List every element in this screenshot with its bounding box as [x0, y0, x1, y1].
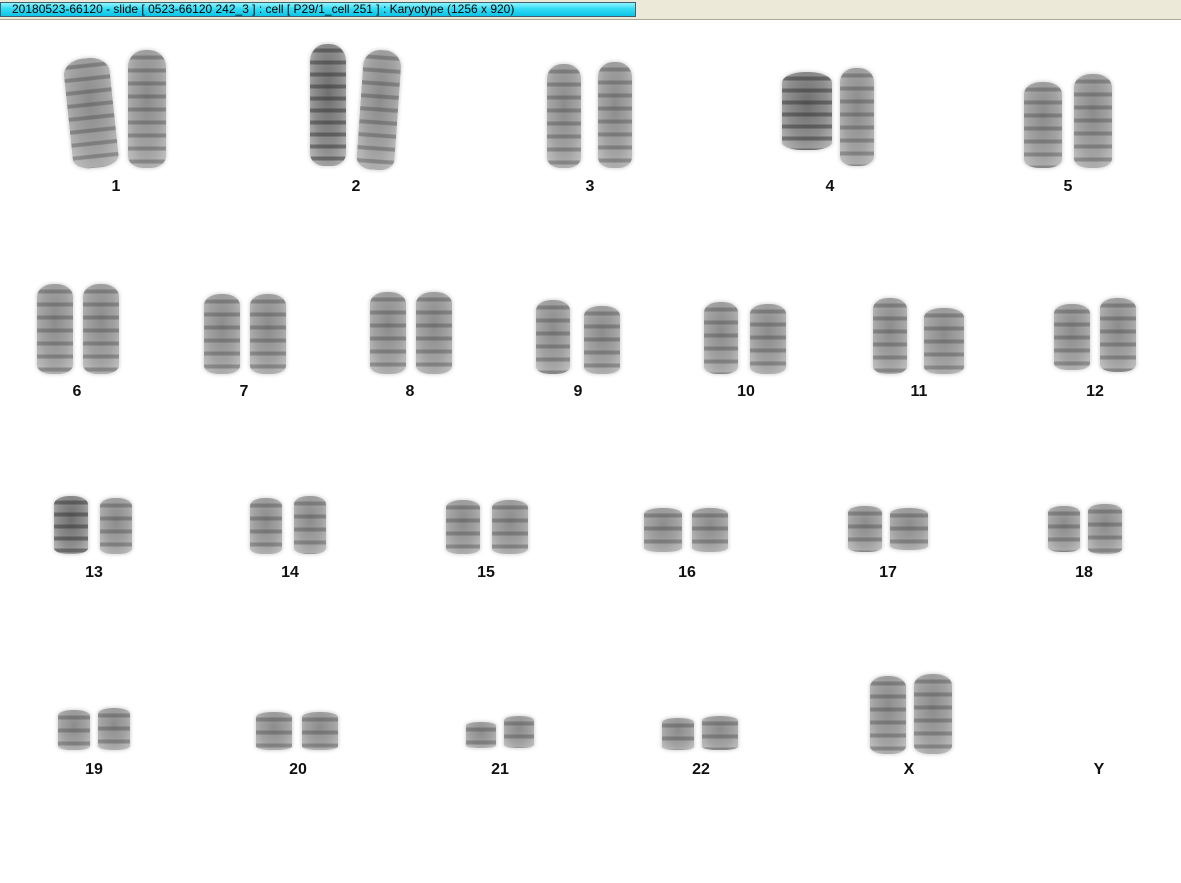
chromosome-label-10: 10	[737, 383, 755, 400]
chromosome-11-b	[924, 308, 964, 374]
chromosome-2-a	[310, 44, 346, 166]
chromosome-15-a	[446, 500, 480, 554]
chromosome-2-b	[355, 48, 403, 172]
chromosome-label-1: 1	[111, 178, 121, 195]
chromosome-label-17: 17	[879, 564, 897, 581]
chromosome-10-b	[750, 304, 786, 374]
chromosome-label-22: 22	[692, 761, 710, 778]
chromosome-label-5: 5	[1063, 178, 1073, 195]
chromosome-1-b	[128, 50, 166, 168]
title-bar: 20180523-66120 - slide [ 0523-66120 242_…	[0, 0, 1181, 20]
chromosome-21-b	[504, 716, 534, 748]
chromosome-9-b	[584, 306, 620, 374]
chromosome-4-a	[782, 72, 832, 150]
chromosome-7-a	[204, 294, 240, 374]
chromosome-label-15: 15	[477, 564, 495, 581]
chromosome-label-6: 6	[72, 383, 82, 400]
chromosome-17-a	[848, 506, 882, 552]
chromosome-label-2: 2	[351, 178, 361, 195]
karyotype-canvas: 1 2 3 4 5 6 7 8 9 10 11 12 13 14 15 16 1…	[0, 20, 1181, 883]
chromosome-label-Y: Y	[1093, 761, 1105, 778]
chromosome-12-b	[1100, 298, 1136, 372]
chromosome-20-a	[256, 712, 292, 750]
chromosome-X-a	[870, 676, 906, 754]
chromosome-label-4: 4	[825, 178, 835, 195]
chromosome-6-a	[37, 284, 73, 374]
chromosome-label-20: 20	[289, 761, 307, 778]
chromosome-5-a	[1024, 82, 1062, 168]
chromosome-22-b	[702, 716, 738, 750]
chromosome-label-21: 21	[491, 761, 509, 778]
chromosome-label-8: 8	[405, 383, 415, 400]
chromosome-14-b	[294, 496, 326, 554]
chromosome-17-b	[890, 508, 928, 550]
chromosome-10-a	[704, 302, 738, 374]
chromosome-20-b	[302, 712, 338, 750]
chromosome-11-a	[873, 298, 907, 374]
chromosome-3-a	[547, 64, 581, 168]
chromosome-15-b	[492, 500, 528, 554]
window-title[interactable]: 20180523-66120 - slide [ 0523-66120 242_…	[0, 2, 636, 17]
chromosome-1-a	[62, 55, 120, 171]
chromosome-label-3: 3	[585, 178, 595, 195]
chromosome-label-13: 13	[85, 564, 103, 581]
chromosome-label-19: 19	[85, 761, 103, 778]
chromosome-9-a	[536, 300, 570, 374]
chromosome-label-7: 7	[239, 383, 249, 400]
chromosome-label-9: 9	[573, 383, 583, 400]
chromosome-22-a	[662, 718, 694, 750]
chromosome-8-b	[416, 292, 452, 374]
chromosome-4-b	[840, 68, 874, 166]
chromosome-label-X: X	[903, 761, 915, 778]
chromosome-label-12: 12	[1086, 383, 1104, 400]
chromosome-label-18: 18	[1075, 564, 1093, 581]
chromosome-13-b	[100, 498, 132, 554]
chromosome-18-a	[1048, 506, 1080, 552]
chromosome-label-11: 11	[910, 383, 928, 400]
chromosome-7-b	[250, 294, 286, 374]
chromosome-label-14: 14	[281, 564, 299, 581]
chromosome-X-b	[914, 674, 952, 754]
chromosome-13-a	[54, 496, 88, 554]
chromosome-16-a	[644, 508, 682, 552]
chromosome-6-b	[83, 284, 119, 374]
chromosome-3-b	[598, 62, 632, 168]
chromosome-21-a	[466, 722, 496, 748]
chromosome-5-b	[1074, 74, 1112, 168]
chromosome-18-b	[1088, 504, 1122, 554]
chromosome-label-16: 16	[678, 564, 696, 581]
chromosome-14-a	[250, 498, 282, 554]
chromosome-16-b	[692, 508, 728, 552]
chromosome-19-b	[98, 708, 130, 750]
chromosome-12-a	[1054, 304, 1090, 370]
chromosome-8-a	[370, 292, 406, 374]
chromosome-19-a	[58, 710, 90, 750]
